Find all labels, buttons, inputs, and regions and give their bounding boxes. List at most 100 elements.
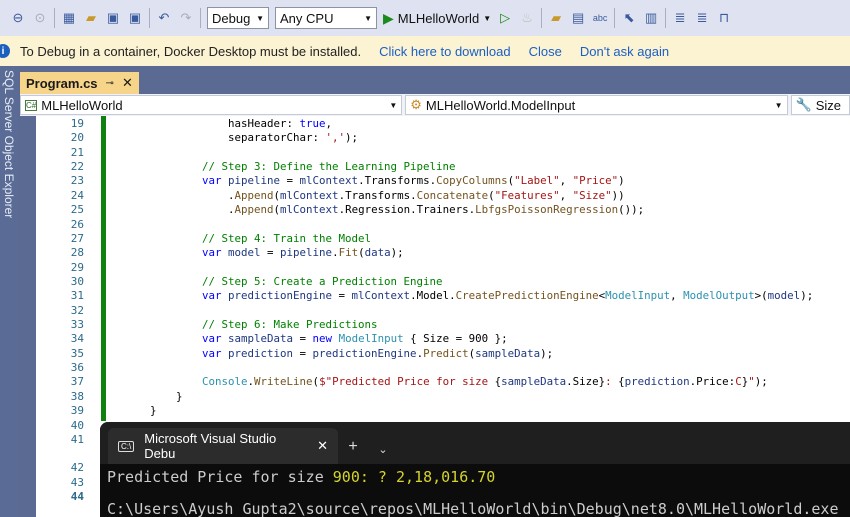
play-icon: ▶ (383, 9, 394, 26)
type-dropdown[interactable]: ⚙ MLHelloWorld.ModelInput ▼ (405, 95, 788, 115)
line-number: 24 (70, 188, 84, 202)
comment-icon[interactable]: ≣ (672, 10, 688, 26)
new-project-icon[interactable]: ▦ (61, 10, 77, 26)
divider (614, 8, 616, 28)
member-dropdown[interactable]: 🔧 Size (790, 95, 850, 115)
code-line: var predictionEngine = mlContext.Model.C… (98, 289, 813, 302)
code-token: WriteLine (254, 375, 313, 389)
divider (54, 8, 55, 28)
line-number: 28 (70, 246, 84, 260)
code-line: // Step 3: Define the Learning Pipeline (98, 160, 456, 173)
code-token: .Transforms. (358, 174, 437, 188)
code-token: true (299, 117, 326, 130)
code-token: .Model. (410, 289, 456, 303)
line-number: 36 (70, 361, 84, 375)
line-number: 30 (70, 274, 84, 288)
code-token: separatorChar: (98, 131, 326, 145)
code-token: $"Predicted Price for size (319, 375, 495, 389)
code-line: var sampleData = new ModelInput { Size =… (98, 332, 508, 345)
start-without-debugging-icon[interactable]: ▷ (497, 10, 513, 26)
line-number: 37 (70, 375, 84, 389)
line-number: 42 (70, 461, 84, 474)
window-layout-icon[interactable]: ▤ (570, 10, 586, 26)
code-token: mlContext (280, 188, 339, 202)
code-token: ); (800, 289, 814, 303)
code-token: prediction (228, 346, 294, 360)
code-token: "Features" (494, 188, 560, 202)
platform-value: Any CPU (280, 10, 334, 26)
code-token: } (98, 389, 183, 403)
chevron-down-icon[interactable]: ⌄ (368, 443, 398, 456)
divider (149, 8, 150, 28)
code-token: { Size = 900 }; (403, 332, 508, 346)
code-token: Console (98, 375, 248, 389)
code-token: .Size} (566, 375, 606, 389)
new-tab-icon[interactable]: + (338, 438, 368, 456)
docker-info-bar: i To Debug in a container, Docker Deskto… (0, 36, 850, 66)
run-target-label: MLHelloWorld (397, 10, 480, 26)
chevron-down-icon: ▼ (389, 100, 398, 110)
code-token: Concatenate (416, 188, 489, 202)
close-icon[interactable]: ✕ (122, 75, 133, 91)
dont-ask-link[interactable]: Don't ask again (580, 44, 669, 59)
undo-icon[interactable]: ↶ (156, 10, 172, 26)
bookmark-icon[interactable]: ⊓ (716, 10, 732, 26)
code-token: , (559, 188, 573, 202)
tab-label: Program.cs (26, 75, 98, 91)
pin-icon[interactable]: ⊸ (106, 78, 114, 89)
back-icon[interactable]: ⊖ (10, 10, 26, 26)
config-value: Debug (212, 10, 251, 26)
redo-icon[interactable]: ↷ (178, 10, 194, 26)
toolbar: ⊖ ⊙ ▦ ▰ ▣ ▣ ↶ ↷ Debug ▼ Any CPU ▼ ▶ MLHello… (0, 0, 850, 36)
tab-program-cs[interactable]: Program.cs ⊸ ✕ (20, 72, 139, 94)
code-line: .Append(mlContext.Transforms.Concatenate… (98, 189, 625, 202)
code-token: model (228, 246, 261, 260)
terminal-tab-bar: C:\ Microsoft Visual Studio Debu ✕ + ⌄ (100, 422, 850, 464)
terminal-tab[interactable]: C:\ Microsoft Visual Studio Debu ✕ (108, 428, 338, 464)
close-icon[interactable]: ✕ (317, 438, 328, 454)
code-token: ModelInput (605, 289, 671, 303)
start-debugging-button[interactable]: ▶ MLHelloWorld ▼ (383, 10, 491, 27)
csharp-icon: C# (25, 99, 38, 111)
close-link[interactable]: Close (529, 44, 562, 59)
spell-check-icon[interactable]: abc (592, 10, 608, 26)
info-icon: i (0, 44, 10, 58)
save-all-icon[interactable]: ▣ (127, 10, 143, 26)
code-token: Fit (338, 246, 359, 260)
line-number: 29 (70, 260, 84, 274)
forward-icon[interactable]: ⊙ (32, 10, 48, 26)
pointer-icon[interactable]: ⬉ (621, 10, 637, 26)
code-token: . (98, 203, 235, 217)
chevron-down-icon: ▼ (256, 13, 264, 23)
code-token: predictionEngine (312, 346, 417, 360)
save-icon[interactable]: ▣ (105, 10, 121, 26)
code-token: var (98, 174, 229, 188)
line-number: 27 (70, 231, 84, 245)
line-number: 34 (70, 332, 84, 346)
uncomment-icon[interactable]: ≣ (694, 10, 710, 26)
folder-view-icon[interactable]: ▰ (548, 10, 564, 26)
project-dropdown[interactable]: C# MLHelloWorld ▼ (20, 95, 403, 115)
code-token: = (293, 332, 313, 346)
code-token: sampleData (501, 375, 567, 389)
download-link[interactable]: Click here to download (379, 44, 511, 59)
code-token: "Label" (514, 174, 560, 188)
code-line: separatorChar: ','); (98, 131, 358, 144)
terminal-output-line: Predicted Price for size 900: ? 2,18,016… (100, 468, 850, 486)
code-token: : (605, 375, 619, 389)
terminal-icon: C:\ (118, 440, 135, 452)
bookmark-list-icon[interactable]: ▥ (643, 10, 659, 26)
sql-server-object-explorer-tab[interactable]: SQL Server Object Explorer (0, 66, 18, 517)
code-line: var pipeline = mlContext.Transforms.Copy… (98, 174, 625, 187)
code-token: new (312, 332, 339, 346)
code-token: mlContext (280, 203, 339, 217)
code-token: , (325, 117, 333, 130)
platform-dropdown[interactable]: Any CPU ▼ (275, 7, 377, 29)
code-token: Predict (423, 346, 469, 360)
open-folder-icon[interactable]: ▰ (83, 10, 99, 26)
code-token: ) (618, 174, 625, 188)
divider (665, 8, 667, 28)
hot-reload-icon[interactable]: ♨ (519, 10, 535, 26)
configuration-dropdown[interactable]: Debug ▼ (207, 7, 269, 29)
code-token: data (364, 246, 391, 260)
